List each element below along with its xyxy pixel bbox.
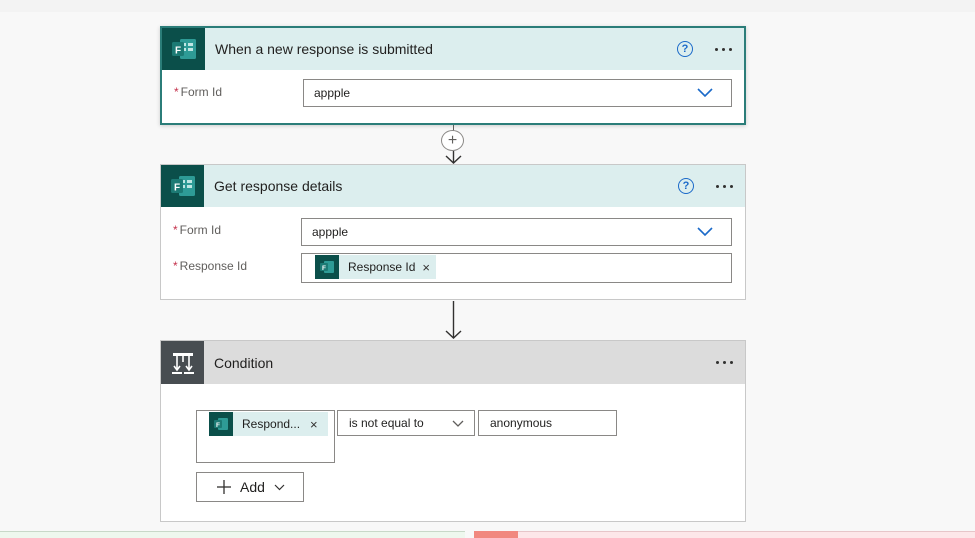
trigger-card[interactable]: F When a new response is submitted ? * Fo… bbox=[160, 26, 746, 125]
ellipsis-icon[interactable] bbox=[715, 41, 732, 57]
ellipsis-icon[interactable] bbox=[716, 178, 733, 194]
response-id-label: * Response Id bbox=[173, 259, 248, 273]
chevron-down-icon bbox=[697, 88, 713, 98]
response-id-token[interactable]: F Response Id × bbox=[315, 255, 436, 279]
form-id-label: * Form Id bbox=[174, 85, 223, 99]
add-condition-button[interactable]: Add bbox=[196, 472, 304, 502]
form-id-value: appple bbox=[312, 225, 349, 239]
form-id-dropdown[interactable]: appple bbox=[303, 79, 732, 107]
right-operand-value: anonymous bbox=[490, 416, 553, 430]
arrow-down-icon bbox=[445, 151, 462, 164]
if-no-branch[interactable] bbox=[474, 531, 975, 538]
if-no-branch-icon bbox=[474, 531, 518, 538]
get-response-details-card[interactable]: F Get response details ? * Form Id appple… bbox=[160, 164, 746, 300]
add-step-button[interactable]: + bbox=[441, 130, 464, 151]
form-id-value: appple bbox=[314, 86, 351, 100]
condition-title: Condition bbox=[214, 354, 274, 371]
add-label: Add bbox=[240, 479, 265, 495]
form-id-label: * Form Id bbox=[173, 223, 222, 237]
trigger-card-header[interactable]: F When a new response is submitted ? bbox=[162, 28, 744, 70]
condition-card[interactable]: Condition F Respond... × is not equal to… bbox=[160, 340, 746, 522]
arrow-down-icon bbox=[445, 301, 462, 339]
chevron-down-icon bbox=[697, 227, 713, 237]
forms-app-icon: F bbox=[161, 165, 204, 207]
svg-text:F: F bbox=[322, 265, 326, 272]
condition-right-operand[interactable]: anonymous bbox=[478, 410, 617, 436]
get-details-title: Get response details bbox=[214, 178, 343, 194]
trigger-title: When a new response is submitted bbox=[215, 41, 433, 57]
chevron-down-icon bbox=[274, 484, 285, 490]
svg-text:F: F bbox=[216, 422, 220, 429]
condition-header[interactable]: Condition bbox=[161, 341, 745, 384]
forms-app-icon: F bbox=[162, 28, 205, 70]
remove-token-icon[interactable]: × bbox=[310, 417, 318, 432]
remove-token-icon[interactable]: × bbox=[422, 260, 430, 275]
svg-text:F: F bbox=[173, 183, 179, 194]
condition-icon bbox=[161, 341, 204, 384]
forms-token-icon: F bbox=[315, 255, 339, 279]
question-circle-icon[interactable]: ? bbox=[678, 178, 694, 194]
get-details-header[interactable]: F Get response details ? bbox=[161, 165, 745, 207]
plus-icon bbox=[217, 480, 231, 494]
if-yes-branch[interactable] bbox=[0, 531, 465, 538]
responder-token[interactable]: F Respond... × bbox=[209, 412, 328, 436]
svg-text:F: F bbox=[174, 46, 180, 57]
token-label: Response Id bbox=[348, 260, 416, 274]
top-band bbox=[0, 0, 975, 12]
token-label: Respond... bbox=[242, 417, 301, 431]
chevron-down-icon bbox=[452, 420, 464, 427]
question-circle-icon[interactable]: ? bbox=[677, 41, 693, 57]
forms-token-icon: F bbox=[209, 412, 233, 436]
operator-value: is not equal to bbox=[349, 416, 424, 430]
form-id-dropdown[interactable]: appple bbox=[301, 218, 732, 246]
ellipsis-icon[interactable] bbox=[716, 355, 733, 371]
operator-dropdown[interactable]: is not equal to bbox=[337, 410, 475, 436]
